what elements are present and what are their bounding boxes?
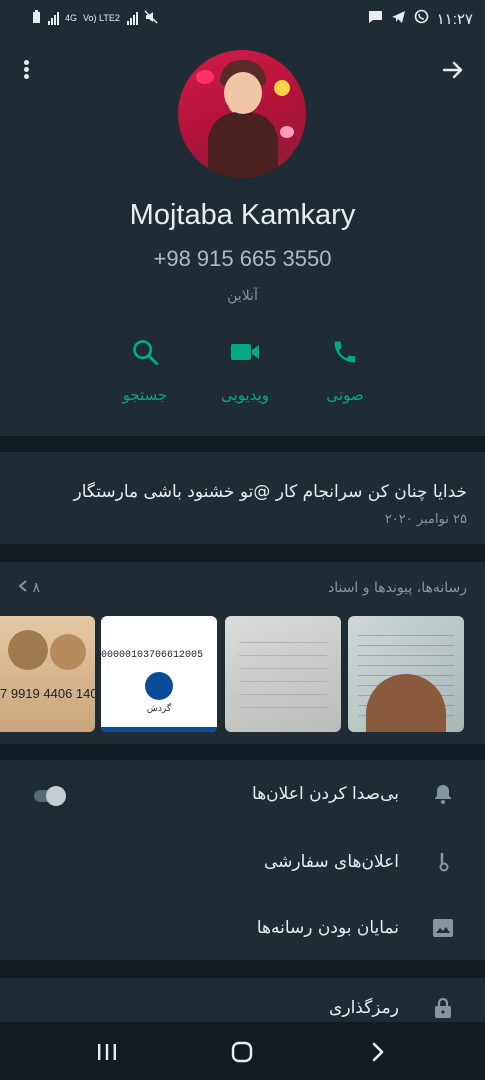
mute-label: بی‌صدا کردن اعلان‌ها <box>252 784 399 804</box>
media-visibility-label: نمایان بودن رسانه‌ها <box>256 918 399 938</box>
about-text: خدایا چنان کن سرانجام کار @تو خشنود باشی… <box>73 482 467 502</box>
back-nav-icon[interactable] <box>366 1040 392 1064</box>
mute-toggle[interactable] <box>32 786 68 806</box>
image-icon <box>431 916 455 940</box>
contact-name: Mojtaba Kamkary <box>129 199 356 231</box>
media-thumbnail[interactable] <box>225 616 341 732</box>
mute-notifications-row[interactable]: بی‌صدا کردن اعلان‌ها <box>0 762 485 828</box>
media-count[interactable]: ۸ <box>18 580 40 596</box>
status-bar-left: 4G Vo) LTE2 <box>32 10 158 26</box>
status-bar: 4G Vo) LTE2 ۱۱:۲۷ <box>0 0 485 36</box>
online-status: آنلاین <box>227 288 258 304</box>
telegram-icon <box>391 10 406 28</box>
more-options-icon[interactable] <box>18 58 34 82</box>
network-type-label: 4G <box>65 13 78 23</box>
voice-call-label: صوتی <box>326 386 364 404</box>
media-count-value: ۸ <box>32 580 40 596</box>
battery-icon <box>32 10 41 26</box>
bell-icon <box>431 782 455 806</box>
message-icon <box>368 10 383 28</box>
system-navigation-bar <box>0 1022 485 1080</box>
home-icon[interactable] <box>230 1040 256 1064</box>
clock-time: ۱۱:۲۷ <box>436 10 473 28</box>
lte-label: Vo) LTE2 <box>83 13 120 23</box>
mute-icon <box>144 10 158 26</box>
phone-icon <box>300 336 390 368</box>
whatsapp-icon <box>414 9 429 28</box>
custom-notifications-row[interactable]: اعلان‌های سفارشی <box>0 830 485 896</box>
media-thumbnail[interactable] <box>348 616 464 732</box>
status-bar-right: ۱۱:۲۷ <box>368 9 473 28</box>
search-icon <box>100 336 190 368</box>
media-thumbnails: 00000103706612005 گردش 7 9919 4406 140 <box>0 616 485 734</box>
signal-icon <box>47 11 59 25</box>
chevron-left-icon <box>18 580 32 596</box>
video-call-button[interactable]: ویدیویی <box>200 336 290 416</box>
music-note-icon <box>431 850 455 874</box>
search-button[interactable]: جستجو <box>100 336 190 416</box>
action-buttons: صوتی ویدیویی جستجو <box>100 336 390 416</box>
about-date: ۲۵ نوامبر ۲۰۲۰ <box>384 512 467 527</box>
recent-apps-icon[interactable] <box>95 1040 121 1064</box>
signal-2-icon <box>126 11 138 25</box>
lock-icon <box>431 996 455 1020</box>
encryption-label: رمزگذاری <box>329 998 399 1018</box>
media-visibility-row[interactable]: نمایان بودن رسانه‌ها <box>0 896 485 962</box>
receipt-label: گردش <box>146 704 172 714</box>
receipt-number: 00000103706612005 <box>101 650 204 661</box>
search-label: جستجو <box>122 386 168 404</box>
back-arrow-icon[interactable] <box>441 58 465 82</box>
contact-phone: +98 915 665 3550 <box>153 246 332 271</box>
avatar[interactable] <box>178 50 306 178</box>
voice-call-button[interactable]: صوتی <box>300 336 390 416</box>
notification-settings: بی‌صدا کردن اعلان‌ها اعلان‌های سفارشی نم… <box>0 760 485 960</box>
media-thumbnail[interactable]: 00000103706612005 گردش <box>101 616 217 732</box>
video-icon <box>200 336 290 368</box>
media-thumbnail[interactable]: 7 9919 4406 140 <box>0 616 95 732</box>
video-call-label: ویدیویی <box>221 386 269 404</box>
profile-header: Mojtaba Kamkary +98 915 665 3550 آنلاین … <box>0 36 485 436</box>
custom-notifications-label: اعلان‌های سفارشی <box>264 852 399 872</box>
transfer-icon <box>145 672 173 700</box>
card-number: 7 9919 4406 140 <box>0 686 95 701</box>
media-section: رسانه‌ها، پیوندها و اسناد ۸ 000001037066… <box>0 562 485 744</box>
media-title[interactable]: رسانه‌ها، پیوندها و اسناد <box>328 580 467 596</box>
about-section[interactable]: خدایا چنان کن سرانجام کار @تو خشنود باشی… <box>0 452 485 544</box>
